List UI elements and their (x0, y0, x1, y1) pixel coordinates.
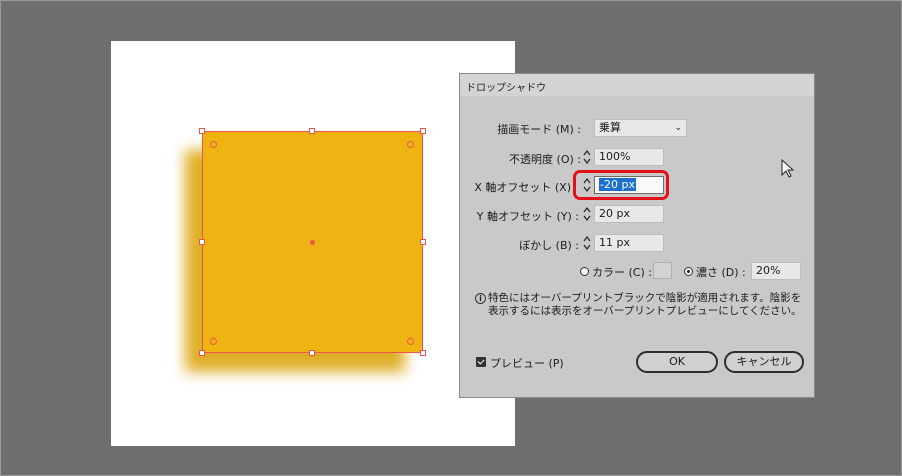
selection-handle-top-left[interactable] (199, 128, 205, 134)
selection-handle-bottom-right[interactable] (420, 350, 426, 356)
x-offset-highlight (573, 170, 669, 200)
y-offset-stepper-icon[interactable] (582, 206, 592, 222)
corner-widget-bottom-left[interactable] (210, 338, 217, 345)
dialog-title: ドロップシャドウ (466, 83, 546, 94)
opacity-input[interactable]: 100% (594, 148, 664, 166)
blend-mode-value: 乗算 (599, 121, 621, 134)
selection-handle-top-right[interactable] (420, 128, 426, 134)
blur-input[interactable]: 11 px (594, 234, 664, 252)
mouse-cursor-icon (781, 158, 795, 183)
shadow-color-swatch[interactable] (653, 262, 672, 279)
opacity-label: 不透明度 (O) : (509, 153, 581, 166)
drop-shadow-dialog: ドロップシャドウ 描画モード (M) : 乗算 ⌄ 不透明度 (O) : 100… (459, 73, 815, 398)
corner-widget-top-right[interactable] (407, 141, 414, 148)
selection-handle-bottom-middle[interactable] (309, 350, 315, 356)
darkness-radio[interactable] (684, 267, 693, 276)
center-point (310, 240, 315, 245)
darkness-input[interactable]: 20% (751, 262, 801, 280)
x-offset-label: X 軸オフセット (X) (474, 181, 571, 194)
y-offset-input[interactable]: 20 px (594, 205, 664, 223)
selection-handle-bottom-left[interactable] (199, 350, 205, 356)
selection-handle-middle-right[interactable] (420, 239, 426, 245)
color-radio[interactable] (580, 267, 589, 276)
corner-widget-top-left[interactable] (210, 141, 217, 148)
selection-handle-middle-left[interactable] (199, 239, 205, 245)
preview-label: プレビュー (P) (490, 357, 564, 370)
corner-widget-bottom-right[interactable] (407, 338, 414, 345)
blur-stepper-icon[interactable] (582, 235, 592, 251)
ok-button[interactable]: OK (636, 351, 718, 373)
chevron-down-icon: ⌄ (674, 123, 682, 133)
preview-checkbox[interactable] (476, 357, 486, 367)
dialog-titlebar[interactable]: ドロップシャドウ (460, 74, 814, 96)
blur-label: ぼかし (B) : (519, 239, 579, 252)
cancel-button[interactable]: キャンセル (724, 351, 804, 373)
selection-handle-top-middle[interactable] (309, 128, 315, 134)
blend-mode-label: 描画モード (M) : (497, 123, 581, 136)
darkness-label: 濃さ (D) : (696, 266, 746, 279)
info-icon: i (475, 293, 486, 304)
y-offset-label: Y 軸オフセット (Y) : (476, 210, 579, 223)
blend-mode-select[interactable]: 乗算 ⌄ (594, 119, 687, 137)
opacity-stepper-icon[interactable] (582, 149, 592, 165)
overprint-note: 特色にはオーバープリントブラックで陰影が適用されます。陰影を表示するには表示をオ… (488, 292, 802, 317)
color-label: カラー (C) : (592, 266, 652, 279)
